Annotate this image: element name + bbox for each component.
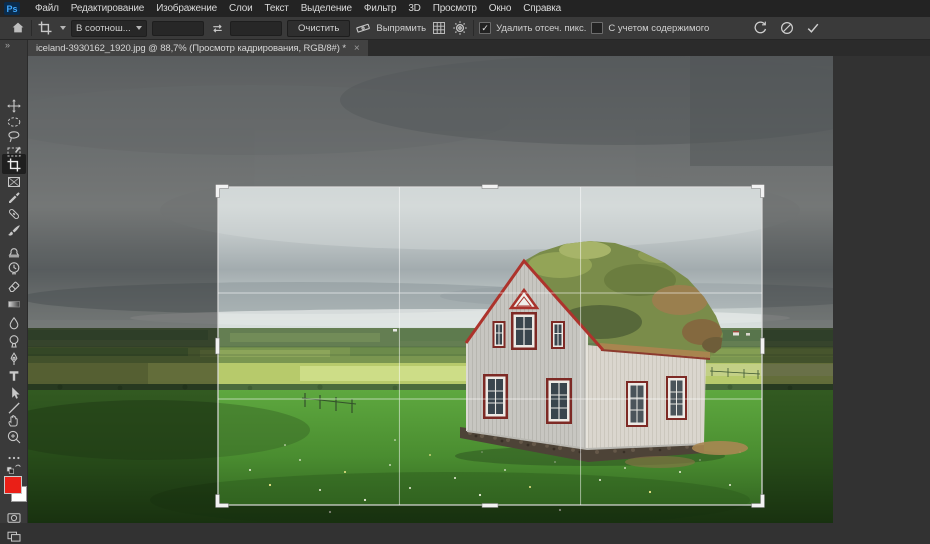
menu-filter[interactable]: Фильтр [358, 3, 402, 14]
clone-stamp-tool-icon[interactable] [6, 243, 22, 259]
blur-tool-icon[interactable] [6, 315, 22, 331]
crop-height-input[interactable] [230, 21, 282, 36]
elliptical-marquee-tool-icon[interactable] [6, 114, 22, 130]
foreground-color-swatch[interactable] [4, 476, 22, 494]
menu-view[interactable]: Просмотр [427, 3, 483, 14]
move-tool-icon[interactable] [6, 98, 22, 114]
dodge-tool-icon[interactable] [6, 333, 22, 349]
menu-window[interactable]: Окно [483, 3, 517, 14]
document-tab-bar: iceland-3930162_1920.jpg @ 88,7% (Просмо… [28, 40, 930, 56]
chevron-down-icon[interactable] [60, 26, 66, 30]
healing-brush-tool-icon[interactable] [6, 206, 22, 222]
eraser-tool-icon[interactable] [6, 278, 22, 294]
menu-select[interactable]: Выделение [295, 3, 358, 14]
cancel-crop-icon[interactable] [779, 20, 795, 36]
path-selection-tool-icon[interactable] [6, 385, 22, 401]
content-aware-checkbox[interactable] [591, 22, 603, 34]
options-separator [473, 20, 474, 36]
gradient-tool-icon[interactable] [6, 296, 22, 312]
content-aware-label[interactable]: С учетом содержимого [608, 23, 709, 34]
quick-mask-icon[interactable] [6, 510, 22, 526]
history-brush-tool-icon[interactable] [6, 260, 22, 276]
home-icon[interactable] [10, 20, 26, 36]
swap-dimensions-icon[interactable] [209, 20, 225, 36]
straighten-label[interactable]: Выпрямить [376, 23, 426, 34]
toolbar-collapse-icon[interactable]: » [5, 40, 9, 50]
menu-layers[interactable]: Слои [223, 3, 259, 14]
tab-close-icon[interactable]: × [354, 43, 360, 54]
toolbar: » [0, 40, 28, 523]
hand-tool-icon[interactable] [6, 412, 22, 428]
pen-tool-icon[interactable] [6, 351, 22, 367]
reset-crop-icon[interactable] [752, 20, 768, 36]
aspect-ratio-value: В соотнош... [76, 23, 131, 34]
delete-cropped-pixels-label[interactable]: Удалить отсеч. пикс. [496, 23, 586, 34]
photoshop-window: { "app": { "logo_text": "Ps" }, "menu_ba… [0, 0, 930, 523]
menu-help[interactable]: Справка [517, 3, 567, 14]
menu-bar: Ps Файл Редактирование Изображение Слои … [0, 0, 930, 17]
canvas-area[interactable] [28, 56, 833, 523]
straighten-icon[interactable] [355, 20, 371, 36]
menu-type[interactable]: Текст [259, 3, 295, 14]
crop-options-bar: В соотнош... Очистить Выпрямить ✓ Удалит… [0, 17, 930, 40]
crop-width-input[interactable] [152, 21, 204, 36]
eyedropper-tool-icon[interactable] [6, 190, 22, 206]
screen-mode-icon[interactable] [6, 528, 22, 544]
menu-file[interactable]: Файл [29, 3, 65, 14]
type-tool-icon[interactable] [6, 368, 22, 384]
clear-button[interactable]: Очистить [287, 20, 350, 37]
brush-tool-icon[interactable] [6, 223, 22, 239]
menu-3d[interactable]: 3D [402, 3, 426, 14]
delete-cropped-pixels-checkbox[interactable]: ✓ [479, 22, 491, 34]
canvas-image [28, 56, 833, 523]
aspect-ratio-dropdown[interactable]: В соотнош... [71, 20, 147, 37]
frame-tool-icon[interactable] [6, 174, 22, 190]
pasteboard [833, 56, 930, 523]
overlay-grid-icon[interactable] [431, 20, 447, 36]
crop-tool-icon[interactable] [6, 157, 22, 173]
options-separator [31, 20, 32, 36]
commit-crop-icon[interactable] [805, 20, 821, 36]
menu-edit[interactable]: Редактирование [65, 3, 150, 14]
photoshop-logo: Ps [4, 2, 20, 15]
menu-image[interactable]: Изображение [150, 3, 223, 14]
crop-tool-preset-icon[interactable] [37, 20, 53, 36]
zoom-tool-icon[interactable] [6, 429, 22, 445]
crop-settings-gear-icon[interactable] [452, 20, 468, 36]
document-tab[interactable]: iceland-3930162_1920.jpg @ 88,7% (Просмо… [28, 40, 368, 56]
chevron-down-icon [136, 26, 142, 30]
document-title: iceland-3930162_1920.jpg @ 88,7% (Просмо… [36, 43, 346, 54]
